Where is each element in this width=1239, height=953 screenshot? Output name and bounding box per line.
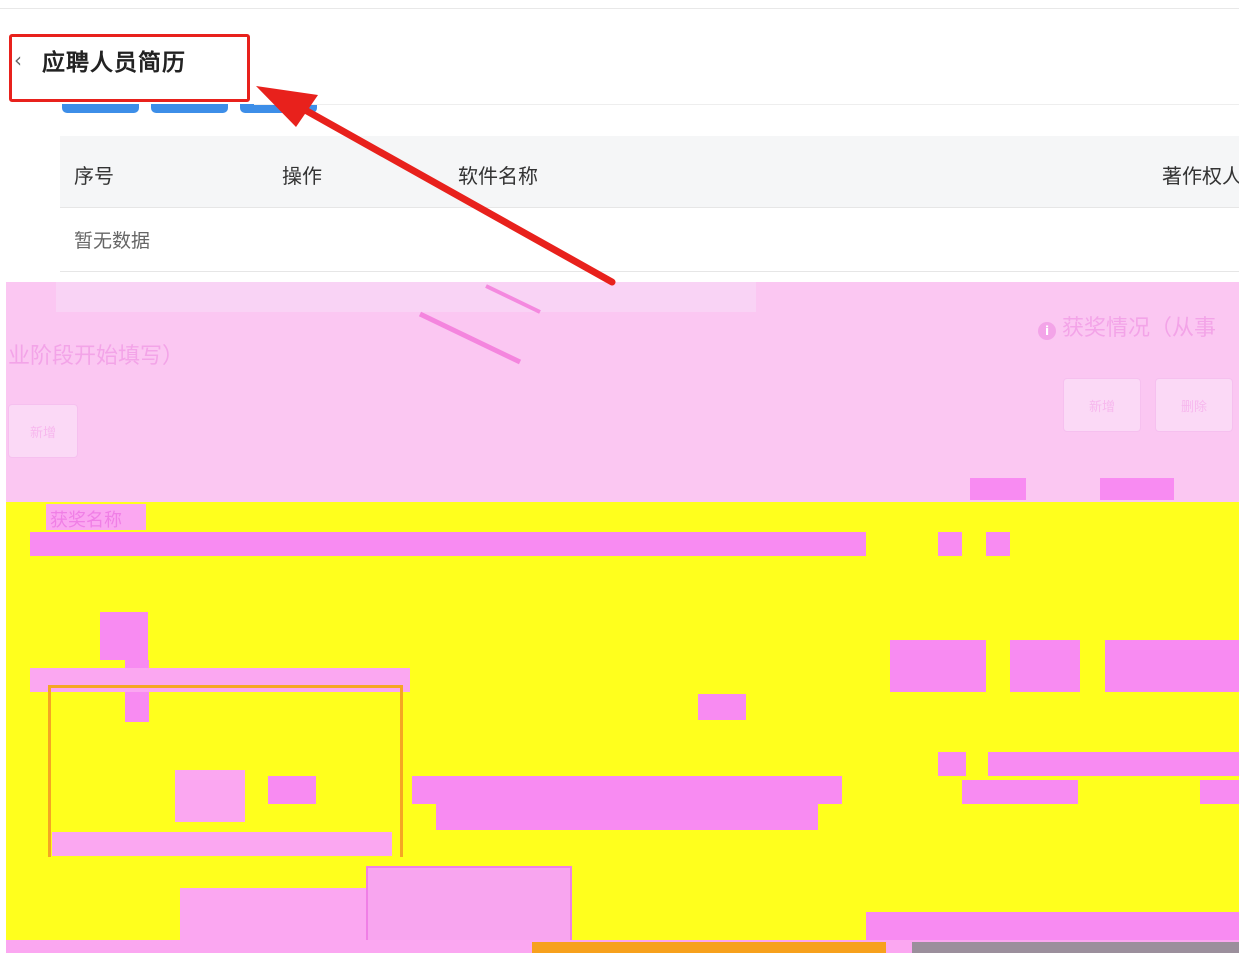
- top-divider: [0, 8, 1239, 9]
- glitch-bar: [30, 532, 866, 556]
- table-empty-row: 暂无数据: [60, 208, 1239, 272]
- left-add-button[interactable]: 新增: [8, 404, 78, 458]
- glitch-square: [938, 532, 962, 556]
- glitch-band: [56, 282, 756, 312]
- glitch-block: [938, 752, 966, 776]
- glitch-bar: [436, 804, 818, 830]
- glitch-block: [698, 694, 746, 720]
- toolbar-button-3[interactable]: [240, 104, 317, 113]
- empty-state-text: 暂无数据: [74, 230, 151, 252]
- glitch-line: [48, 685, 403, 688]
- column-header-index: 序号: [74, 164, 114, 188]
- glitch-square: [986, 532, 1010, 556]
- add-award-button[interactable]: 新增: [1063, 378, 1141, 432]
- column-header-software-name: 软件名称: [458, 164, 538, 188]
- glitch-block: [175, 770, 245, 822]
- glitched-form-area: [6, 502, 1239, 942]
- glitch-block: [366, 866, 572, 944]
- toolbar-button-2[interactable]: [151, 104, 228, 113]
- glitch-bar: [52, 832, 392, 856]
- toolbar-button-1[interactable]: [62, 104, 139, 113]
- column-header-actions: 操作: [282, 164, 322, 188]
- glitch-block: [100, 612, 148, 660]
- award-name-label: 获奖名称: [50, 510, 122, 531]
- annotation-highlight-box: [9, 34, 250, 102]
- glitch-bar: [30, 668, 410, 692]
- glitch-block: [962, 780, 1078, 804]
- glitch-block: [890, 640, 986, 692]
- glitch-line: [48, 685, 51, 857]
- page: ‹ 应聘人员简历 序号 操作 软件名称 著作权人 暂无数据 i 获奖情况（从事 业…: [0, 0, 1239, 953]
- table-header: 序号 操作 软件名称 著作权人: [60, 136, 1239, 208]
- awards-section-title: i 获奖情况（从事: [1038, 310, 1216, 342]
- glitch-block: [1105, 640, 1239, 692]
- header-divider: [254, 104, 1239, 105]
- glitch-strip: [912, 942, 1239, 953]
- glitch-bar: [988, 752, 1239, 776]
- glitch-block: [1200, 780, 1239, 804]
- glitch-block: [1010, 640, 1080, 692]
- glitch-strip: [532, 942, 886, 953]
- delete-award-button[interactable]: 删除: [1155, 378, 1233, 432]
- info-icon: i: [1038, 322, 1056, 340]
- glitch-block: [180, 888, 366, 940]
- glitch-bar: [866, 912, 1239, 942]
- software-copyright-table: 序号 操作 软件名称 著作权人 暂无数据: [60, 136, 1239, 272]
- glitch-bar: [412, 776, 842, 804]
- awards-section-subtitle: 业阶段开始填写）: [8, 344, 185, 369]
- glitch-line: [400, 685, 403, 857]
- glitch-block: [1100, 478, 1174, 500]
- column-header-copyright-owner: 著作权人: [1162, 164, 1239, 188]
- glitch-block: [970, 478, 1026, 500]
- glitch-block: [268, 776, 316, 804]
